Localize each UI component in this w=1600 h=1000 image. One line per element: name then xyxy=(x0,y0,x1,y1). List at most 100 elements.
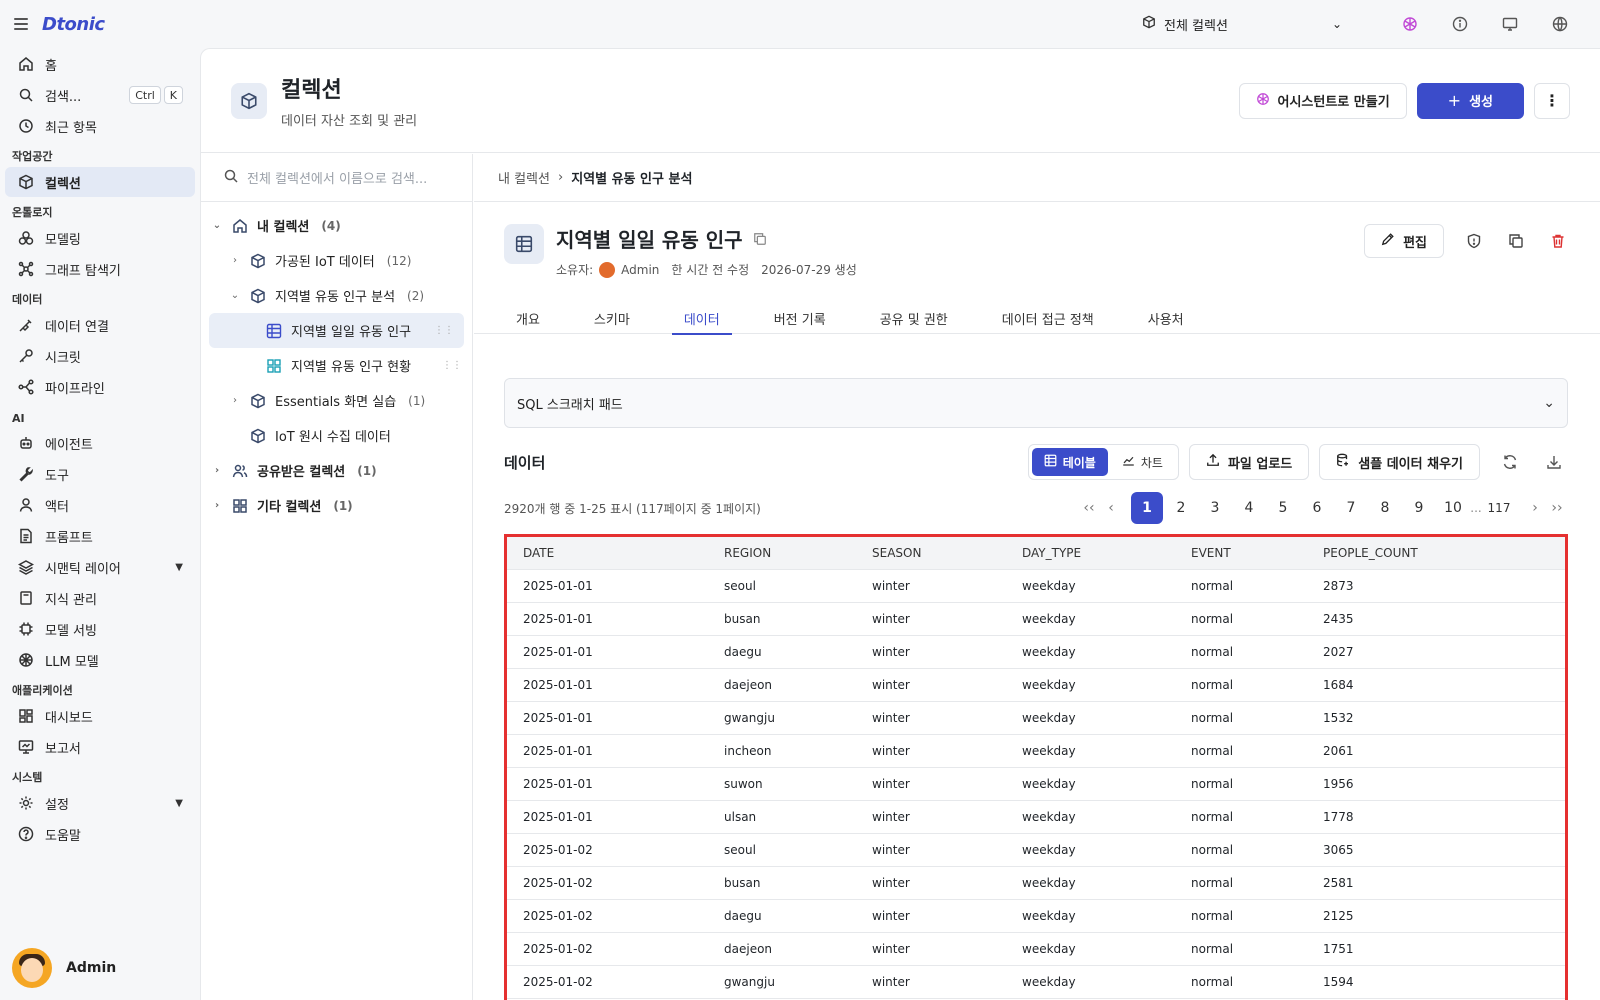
tab-data[interactable]: 데이터 xyxy=(671,302,732,335)
page-button[interactable]: 7 xyxy=(1335,492,1367,524)
sidebar-item-tools[interactable]: 도구 xyxy=(5,459,195,489)
info-icon[interactable] xyxy=(1450,14,1470,34)
table-row[interactable]: 2025-01-02 gwangju winter weekday normal 1594 xyxy=(507,965,1565,999)
first-page-icon[interactable]: ‹‹ xyxy=(1078,500,1100,516)
table-row[interactable]: 2025-01-01 gwangju winter weekday normal 1532 xyxy=(507,701,1565,735)
prev-page-icon[interactable]: ‹ xyxy=(1100,500,1122,516)
chevron-right-icon[interactable]: › xyxy=(229,255,241,266)
tree-node-iot-processed[interactable]: › 가공된 IoT 데이터 (12) xyxy=(201,243,472,278)
search-input[interactable]: 전체 컬렉션에서 이름으로 검색... xyxy=(247,168,427,187)
tree-node-my-collections[interactable]: ⌄ 내 컬렉션 (4) xyxy=(201,208,472,243)
column-header-date[interactable]: DATE xyxy=(507,537,708,570)
breadcrumb-parent[interactable]: 내 컬렉션 xyxy=(498,168,550,187)
column-header-season[interactable]: SEASON xyxy=(856,537,1006,570)
table-row[interactable]: 2025-01-01 incheon winter weekday normal 2061 xyxy=(507,734,1565,768)
duplicate-icon[interactable] xyxy=(1504,229,1528,253)
fill-sample-data-button[interactable]: 샘플 데이터 채우기 xyxy=(1319,444,1480,480)
breadcrumb-current[interactable]: 지역별 유동 인구 분석 xyxy=(571,168,692,187)
tree-node-others[interactable]: › 기타 컬렉션 (1) xyxy=(201,488,472,523)
tree-node-daily-population[interactable]: 지역별 일일 유동 인구 ⋮⋮ xyxy=(209,313,464,348)
sidebar-item-llm-models[interactable]: LLM 모델 xyxy=(5,645,195,675)
column-header-event[interactable]: EVENT xyxy=(1175,537,1307,570)
sidebar-item-semantic-layer[interactable]: 시맨틱 레이어 ▼ xyxy=(5,552,195,582)
sidebar-item-model-serving[interactable]: 모델 서빙 xyxy=(5,614,195,644)
table-row[interactable]: 2025-01-01 suwon winter weekday normal 1956 xyxy=(507,767,1565,801)
sidebar-item-prompts[interactable]: 프롬프트 xyxy=(5,521,195,551)
collection-select[interactable]: 전체 컬렉션 ⌄ xyxy=(1142,15,1342,34)
page-button[interactable]: 2 xyxy=(1165,492,1197,524)
table-row[interactable]: 2025-01-01 seoul winter weekday normal 2873 xyxy=(507,569,1565,603)
table-row[interactable]: 2025-01-02 daegu winter weekday normal 2125 xyxy=(507,899,1565,933)
sidebar-item-search[interactable]: 검색... Ctrl K xyxy=(5,80,195,110)
refresh-icon[interactable] xyxy=(1496,448,1524,476)
trash-icon[interactable] xyxy=(1546,229,1570,253)
sidebar-item-pipeline[interactable]: 파이프라인 xyxy=(5,372,195,402)
view-chart-button[interactable]: 차트 xyxy=(1110,448,1175,476)
chevron-down-icon[interactable]: ▼ xyxy=(175,798,183,809)
sidebar-item-settings[interactable]: 설정 ▼ xyxy=(5,788,195,818)
table-row[interactable]: 2025-01-01 daegu winter weekday normal 2027 xyxy=(507,635,1565,669)
page-button[interactable]: 3 xyxy=(1199,492,1231,524)
sidebar-item-secrets[interactable]: 시크릿 xyxy=(5,341,195,371)
tree-node-iot-raw[interactable]: IoT 원시 수집 데이터 xyxy=(201,418,472,453)
page-button[interactable]: 4 xyxy=(1233,492,1265,524)
table-row[interactable]: 2025-01-01 daejeon winter weekday normal 1684 xyxy=(507,668,1565,702)
tab-version-history[interactable]: 버전 기록 xyxy=(762,302,838,334)
download-icon[interactable] xyxy=(1540,448,1568,476)
sidebar-item-help[interactable]: 도움말 xyxy=(5,819,195,849)
table-row[interactable]: 2025-01-01 ulsan winter weekday normal 1778 xyxy=(507,800,1565,834)
sidebar-item-agents[interactable]: 에이전트 xyxy=(5,428,195,458)
last-page-icon[interactable]: ›› xyxy=(1546,500,1568,516)
sidebar-item-reports[interactable]: 보고서 xyxy=(5,732,195,762)
chevron-right-icon[interactable]: › xyxy=(211,500,223,511)
page-button[interactable]: 9 xyxy=(1403,492,1435,524)
logo[interactable]: Dtonic xyxy=(42,14,105,35)
ai-sparkle-icon[interactable] xyxy=(1400,14,1420,34)
globe-icon[interactable] xyxy=(1550,14,1570,34)
sidebar-item-modeling[interactable]: 모델링 xyxy=(5,223,195,253)
tree-search[interactable]: 전체 컬렉션에서 이름으로 검색... xyxy=(201,154,472,202)
column-header-people-count[interactable]: PEOPLE_COUNT xyxy=(1307,537,1565,570)
chevron-down-icon[interactable]: ▼ xyxy=(175,562,183,573)
sidebar-item-knowledge[interactable]: 지식 관리 xyxy=(5,583,195,613)
view-table-button[interactable]: 테이블 xyxy=(1031,448,1108,476)
tab-schema[interactable]: 스키마 xyxy=(582,302,642,334)
sidebar-item-collections[interactable]: 컬렉션 xyxy=(5,167,195,197)
chevron-down-icon[interactable]: ⌄ xyxy=(229,290,241,301)
tab-sharing[interactable]: 공유 및 권한 xyxy=(868,302,960,334)
chevron-right-icon[interactable]: › xyxy=(211,465,223,476)
page-button[interactable]: 10 xyxy=(1437,492,1469,524)
column-header-region[interactable]: REGION xyxy=(708,537,856,570)
more-options-button[interactable]: ⋮ xyxy=(1534,82,1570,119)
table-row[interactable]: 2025-01-01 busan winter weekday normal 2435 xyxy=(507,602,1565,636)
menu-icon[interactable] xyxy=(14,18,28,30)
sidebar-item-data-connection[interactable]: 데이터 연결 xyxy=(5,310,195,340)
user-profile[interactable]: Admin xyxy=(12,948,116,988)
sql-scratchpad-toggle[interactable]: SQL 스크래치 패드 ⌄ xyxy=(504,378,1568,428)
page-button[interactable]: 8 xyxy=(1369,492,1401,524)
copy-icon[interactable] xyxy=(753,227,767,251)
tab-usage[interactable]: 사용처 xyxy=(1136,302,1196,334)
assistant-create-button[interactable]: 어시스턴트로 만들기 xyxy=(1238,82,1407,119)
chevron-down-icon[interactable]: ⌄ xyxy=(211,220,223,231)
next-page-icon[interactable]: › xyxy=(1524,500,1546,516)
monitor-icon[interactable] xyxy=(1500,14,1520,34)
sidebar-item-dashboard[interactable]: 대시보드 xyxy=(5,701,195,731)
tree-node-shared[interactable]: › 공유받은 컬렉션 (1) xyxy=(201,453,472,488)
tree-node-essentials[interactable]: › Essentials 화면 실습 (1) xyxy=(201,383,472,418)
tab-overview[interactable]: 개요 xyxy=(504,302,552,334)
column-header-day-type[interactable]: DAY_TYPE xyxy=(1006,537,1175,570)
sidebar-item-actors[interactable]: 액터 xyxy=(5,490,195,520)
sidebar-item-recent[interactable]: 최근 항목 xyxy=(5,111,195,141)
sidebar-item-graph-explorer[interactable]: 그래프 탐색기 xyxy=(5,254,195,284)
file-upload-button[interactable]: 파일 업로드 xyxy=(1188,444,1310,480)
drag-handle-icon[interactable]: ⋮⋮ xyxy=(442,360,462,371)
page-button[interactable]: 117 xyxy=(1483,492,1515,524)
page-button[interactable]: 5 xyxy=(1267,492,1299,524)
chevron-right-icon[interactable]: › xyxy=(229,395,241,406)
page-button[interactable]: 6 xyxy=(1301,492,1333,524)
shield-icon[interactable] xyxy=(1462,229,1486,253)
page-button[interactable]: 1 xyxy=(1131,492,1163,524)
drag-handle-icon[interactable]: ⋮⋮ xyxy=(434,325,454,336)
tab-access-policy[interactable]: 데이터 접근 정책 xyxy=(990,302,1106,334)
